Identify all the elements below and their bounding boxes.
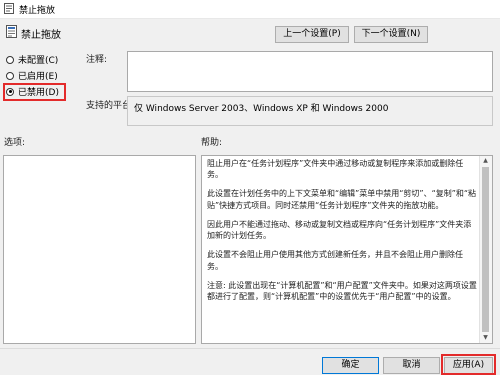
scroll-up-arrow-icon[interactable]: ▲ (480, 156, 491, 166)
help-pane: 阻止用户在“任务计划程序”文件夹中通过移动或复制程序来添加或删除任务。 此设置在… (201, 155, 493, 344)
highlight-box (441, 354, 496, 375)
scrollbar-thumb[interactable] (482, 167, 489, 332)
help-paragraph: 因此用户不能通过拖动、移动或复制文档或程序向“任务计划程序”文件夹添加新的计划任… (207, 219, 472, 241)
help-paragraph: 注意: 此设置出现在“计算机配置”和“用户配置”文件夹中。如果对这两项设置都进行… (207, 280, 477, 302)
ok-button[interactable]: 确定 (322, 357, 379, 374)
policy-icon (6, 25, 17, 38)
radio-not-configured[interactable]: 未配置(C) (6, 53, 58, 66)
radio-label: 未配置(C) (18, 56, 59, 66)
title-bar: 禁止拖放 (0, 0, 500, 19)
help-paragraph: 此设置不会阻止用户使用其他方式创建新任务，并且不会阻止用户删除任务。 (207, 250, 463, 271)
options-pane (3, 155, 196, 344)
options-label: 选项: (4, 138, 26, 148)
policy-icon (4, 3, 14, 14)
radio-dot[interactable] (6, 71, 14, 80)
help-text: 阻止用户在“任务计划程序”文件夹中通过移动或复制程序来添加或删除任务。 此设置在… (202, 156, 480, 343)
comment-label: 注释: (86, 55, 108, 65)
help-label: 帮助: (201, 138, 223, 148)
supported-on-field: 仅 Windows Server 2003、Windows XP 和 Windo… (127, 96, 493, 126)
help-paragraph: 此设置在计划任务中的上下文菜单和“编辑”菜单中禁用“剪切”、“复制”和“粘贴”快… (207, 189, 477, 210)
window-title: 禁止拖放 (19, 6, 56, 16)
help-paragraph: 阻止用户在“任务计划程序”文件夹中通过移动或复制程序来添加或删除任务。 (207, 159, 464, 180)
comment-textarea[interactable] (127, 51, 493, 92)
radio-label: 已启用(E) (18, 72, 58, 82)
setting-name: 禁止拖放 (21, 30, 61, 41)
scroll-down-arrow-icon[interactable]: ▼ (480, 333, 491, 343)
cancel-button[interactable]: 取消 (383, 357, 440, 374)
help-scrollbar[interactable]: ▲ ▼ (479, 156, 492, 343)
radio-enabled[interactable]: 已启用(E) (6, 69, 58, 82)
radio-dot[interactable] (6, 55, 14, 64)
divider (0, 348, 500, 349)
next-setting-button[interactable]: 下一个设置(N) (354, 26, 428, 43)
highlight-box (3, 83, 66, 101)
prev-setting-button[interactable]: 上一个设置(P) (275, 26, 349, 43)
